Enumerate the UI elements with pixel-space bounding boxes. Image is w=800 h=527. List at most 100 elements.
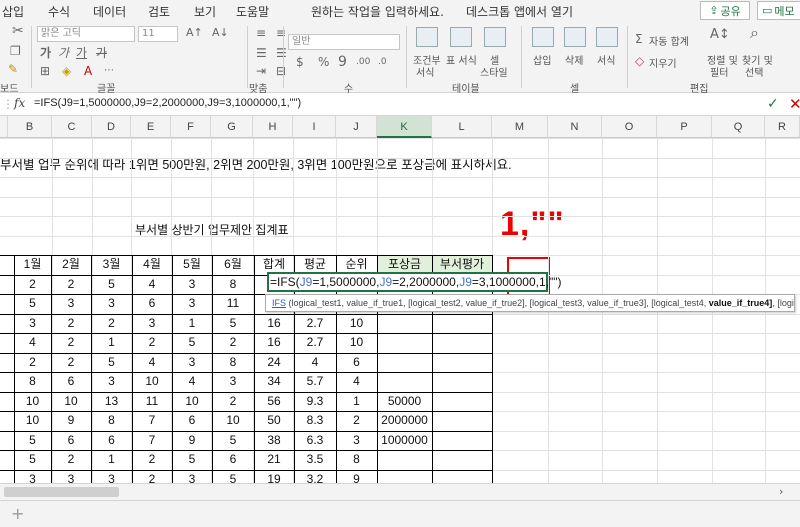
table-cell[interactable]: 38 [254,431,294,450]
column-header-i[interactable]: I [293,116,336,138]
table-cell[interactable]: 10 [14,392,51,411]
table-cell[interactable]: 1 [91,450,132,469]
table-cell[interactable]: 10 [212,411,254,430]
table-cell[interactable]: 3 [132,314,172,333]
table-cell[interactable]: 3 [336,431,377,450]
scroll-right-icon[interactable]: › [779,485,783,498]
column-header-r[interactable]: R [765,116,800,138]
conditional-format-icon[interactable] [416,27,438,47]
table-cell[interactable]: 4 [14,333,51,352]
tell-me-search[interactable]: 원하는 작업을 입력하세요. [311,3,444,20]
indent-icon[interactable]: ⇥ [256,64,266,78]
table-cell[interactable]: 5 [14,450,51,469]
table-cell[interactable]: 3 [91,294,132,313]
shrink-font-icon[interactable]: A↓ [212,26,229,40]
table-format-icon[interactable] [450,27,472,47]
column-header-f[interactable]: F [171,116,211,138]
table-cell[interactable]: 5.7 [294,372,336,391]
table-cell[interactable]: 5 [172,333,212,352]
column-header-k[interactable]: K [377,116,432,138]
menu-data[interactable]: 데이터 [93,3,126,20]
table-header-cell[interactable]: 4월 [132,255,172,274]
cancel-x-icon[interactable]: ✕ [789,95,800,113]
table-cell[interactable]: 3 [172,294,212,313]
sort-filter-icon[interactable]: A↕ [710,28,730,42]
table-cell[interactable]: 2 [212,333,254,352]
table-cell[interactable]: 2 [51,353,91,372]
menu-view[interactable]: 보기 [194,3,216,20]
table-cell[interactable]: 2 [132,450,172,469]
copy-icon[interactable]: ❐ [10,44,21,58]
table-cell[interactable]: 10 [132,372,172,391]
table-cell[interactable]: 5 [212,431,254,450]
more-icon[interactable]: ⋮ [2,97,14,111]
table-cell[interactable]: 8 [91,411,132,430]
column-header-j[interactable]: J [336,116,377,138]
open-desktop-app[interactable]: 데스크톱 앱에서 열기 [466,3,573,20]
bold-icon[interactable]: 가 [40,46,51,60]
table-cell[interactable]: 4 [132,353,172,372]
clear-label[interactable]: 지우기 [649,55,677,70]
table-cell[interactable]: 2.7 [294,333,336,352]
table-cell[interactable]: 5 [14,431,51,450]
borders-icon[interactable]: ⊞ [40,64,50,78]
table-cell[interactable]: 34 [254,372,294,391]
table-cell[interactable]: 16 [254,314,294,333]
table-cell[interactable]: 10 [14,411,51,430]
table-cell[interactable]: 6 [51,431,91,450]
memo-button[interactable]: ▭ 메모 [757,1,800,20]
tooltip-function-name[interactable]: IFS [272,298,286,308]
table-cell[interactable]: 5 [14,294,51,313]
fill-color-icon[interactable]: ◈ [62,64,71,78]
italic-icon[interactable]: 가 [58,46,69,60]
share-button[interactable]: ⇪ 공유 [700,1,750,20]
column-header-n[interactable]: N [548,116,602,138]
find-icon[interactable]: ⌕ [750,25,759,41]
table-cell[interactable]: 2 [51,275,91,294]
menu-insert[interactable]: 삽입 [2,3,24,20]
table-cell[interactable]: 7 [132,411,172,430]
align-top-icon[interactable]: ≡ [256,26,266,40]
table-cell[interactable]: 13 [91,392,132,411]
table-cell[interactable]: 3 [91,372,132,391]
table-cell[interactable]: 8 [336,450,377,469]
font-name-select[interactable]: 맑은 고딕 [37,26,135,42]
enter-check-icon[interactable]: ✓ [767,96,779,112]
table-cell[interactable]: 9 [51,411,91,430]
table-cell[interactable]: 2 [14,275,51,294]
menu-review[interactable]: 검토 [148,3,170,20]
column-header-e[interactable]: E [131,116,171,138]
table-cell[interactable]: 50 [254,411,294,430]
add-sheet-icon[interactable]: + [11,504,24,523]
table-cell[interactable]: 10 [51,392,91,411]
table-cell[interactable]: 6 [51,372,91,391]
column-header-o[interactable]: O [602,116,657,138]
table-cell[interactable]: 3 [51,294,91,313]
table-cell[interactable]: 2 [51,314,91,333]
column-header-d[interactable]: D [92,116,131,138]
comma-icon[interactable]: 9 [338,55,347,69]
decrease-decimal-icon[interactable]: .0 [378,55,387,69]
menu-formulas[interactable]: 수식 [48,3,70,20]
table-header-cell[interactable]: 2월 [51,255,91,274]
table-header-cell[interactable]: 3월 [91,255,132,274]
cut-icon[interactable]: ✂ [12,24,24,38]
table-cell[interactable]: 2 [91,314,132,333]
menu-help[interactable]: 도움말 [236,3,269,20]
worksheet-grid[interactable]: 부서별 업무 순위에 따라 1위면 500만원, 2위면 200만원, 3위면 … [0,116,800,490]
percent-icon[interactable]: % [318,55,329,69]
function-tooltip[interactable]: IFS (logical_test1, value_if_true1, [log… [265,294,795,312]
horizontal-scrollbar[interactable]: › [0,483,800,500]
table-cell[interactable]: 6 [336,353,377,372]
font-size-select[interactable]: 11 [138,26,178,42]
table-cell[interactable]: 4 [294,353,336,372]
insert-function-button[interactable]: fx [14,96,25,110]
eraser-icon[interactable]: ◇ [635,54,644,68]
more-font-icon[interactable]: ⋯ [104,64,114,78]
table-cell[interactable]: 1 [336,392,377,411]
format-painter-icon[interactable]: ✎ [8,62,18,76]
table-cell[interactable]: 4 [132,275,172,294]
table-cell[interactable]: 2 [51,333,91,352]
table-cell[interactable]: 2000000 [377,411,432,430]
table-cell[interactable]: 6 [172,411,212,430]
